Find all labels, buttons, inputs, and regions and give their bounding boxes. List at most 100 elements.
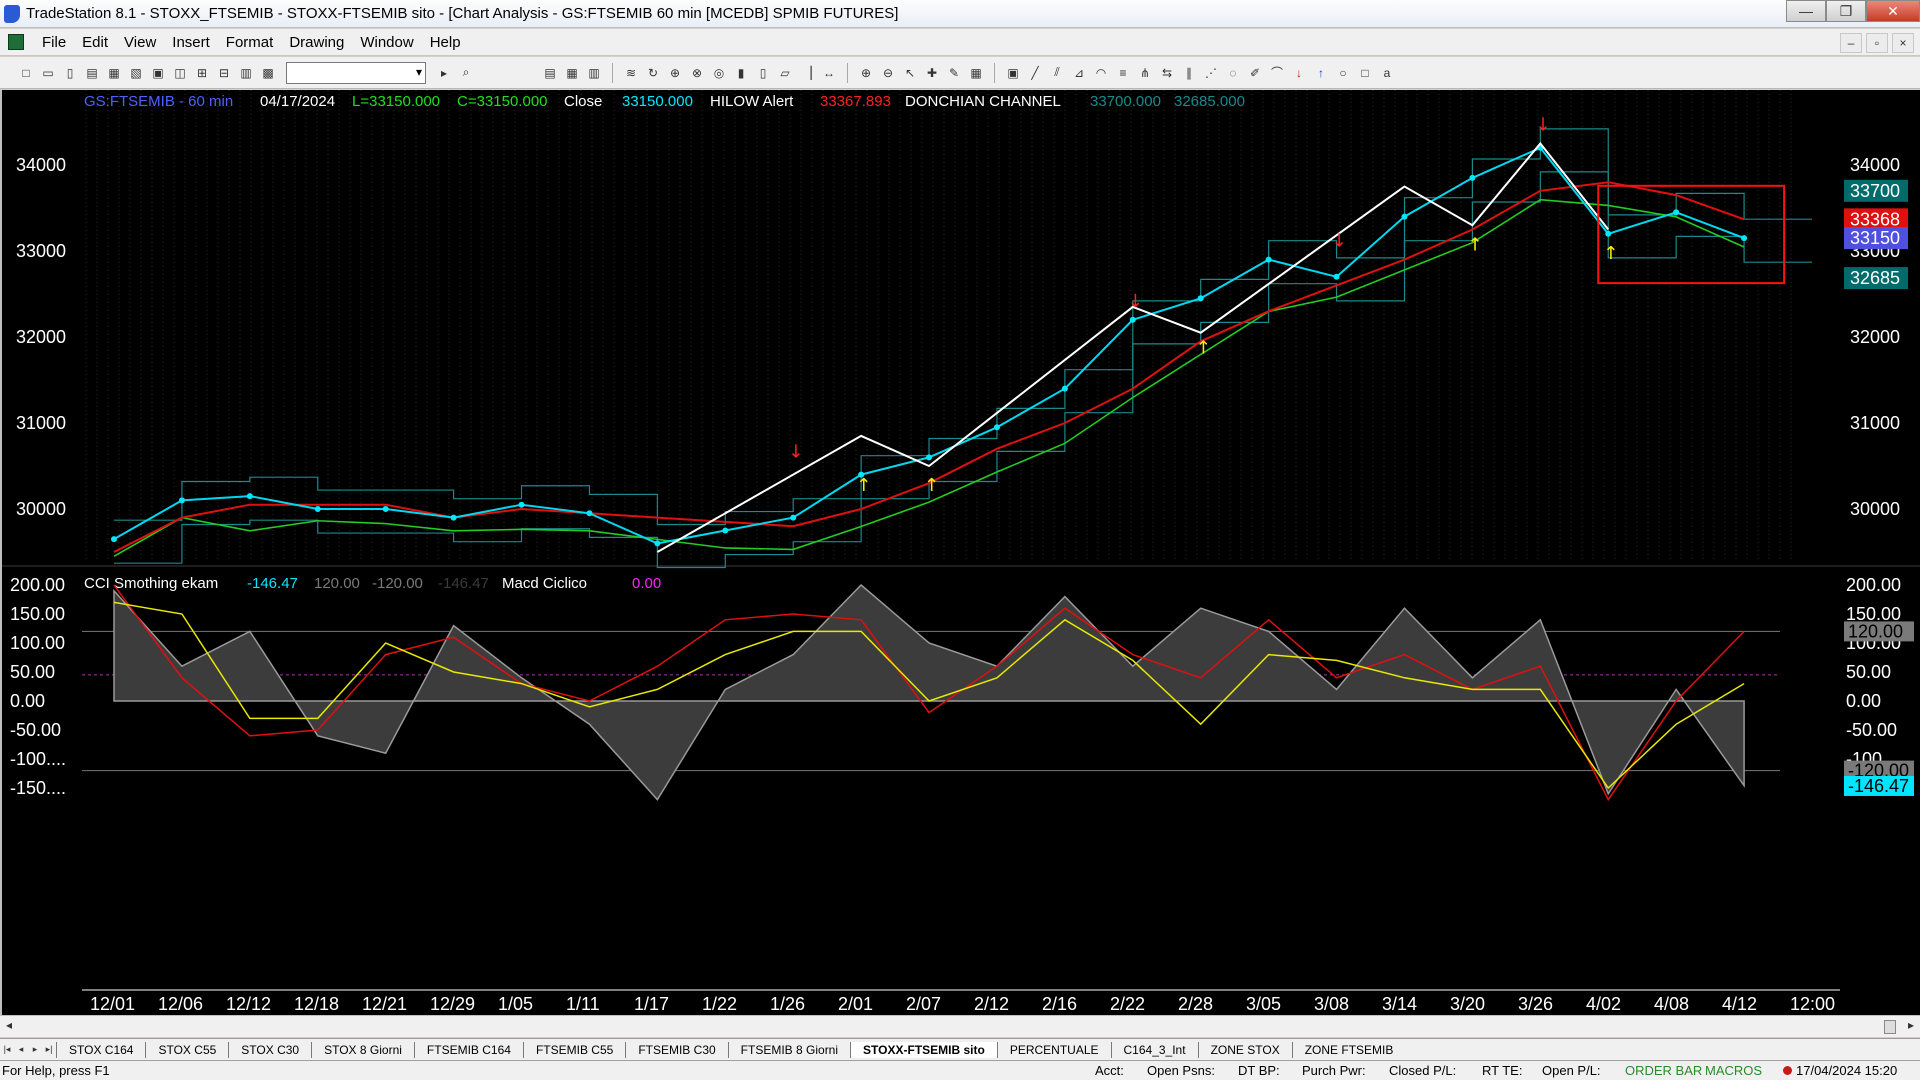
channel-icon[interactable]: ⫽: [1047, 63, 1067, 83]
workspace-tab[interactable]: ZONE STOX: [1197, 1041, 1292, 1058]
sell-arrow-icon: ↓: [1128, 291, 1143, 312]
symbol-combo[interactable]: [286, 61, 426, 84]
order-bar-button[interactable]: ORDER BAR: [1625, 1063, 1702, 1078]
tools-icon[interactable]: ▥: [236, 63, 256, 83]
bars-icon[interactable]: ▮: [731, 63, 751, 83]
macd-label: Macd Ciclico: [502, 575, 587, 592]
workspace-tab[interactable]: STOXX-FTSEMIB sito: [850, 1041, 997, 1058]
workspace-tab[interactable]: C164_3_Int: [1110, 1041, 1198, 1058]
pointer-icon[interactable]: ↖: [900, 63, 920, 83]
up-arrow-icon[interactable]: ↑: [1311, 63, 1331, 83]
print-preview-icon[interactable]: ▣: [148, 63, 168, 83]
candles-icon[interactable]: ▕: [797, 63, 817, 83]
scroll-left-icon[interactable]: ◂: [6, 1018, 12, 1032]
menu-file[interactable]: File: [34, 34, 74, 51]
zoom-in-icon[interactable]: ⊕: [856, 63, 876, 83]
go-arrow-icon[interactable]: ▸: [434, 63, 454, 83]
mdi-restore-button[interactable]: ▫: [1866, 33, 1888, 53]
cycle-icon[interactable]: ◌: [1223, 63, 1243, 83]
trendline-icon[interactable]: ╱: [1025, 63, 1045, 83]
menu-drawing[interactable]: Drawing: [281, 34, 352, 51]
wrench-icon[interactable]: ✎: [944, 63, 964, 83]
ticker-icon[interactable]: ▣: [1003, 63, 1023, 83]
scroll-right-icon[interactable]: ▸: [1908, 1018, 1914, 1032]
menu-edit[interactable]: Edit: [74, 34, 116, 51]
workspace-tab[interactable]: FTSEMIB C55: [522, 1041, 625, 1058]
workspace-tab[interactable]: PERCENTUALE: [996, 1041, 1111, 1058]
speed-icon[interactable]: ⋰: [1201, 63, 1221, 83]
parallel-icon[interactable]: ∥: [1179, 63, 1199, 83]
x-axis-label: 1/11: [566, 994, 600, 1014]
chart2-icon[interactable]: ⊗: [687, 63, 707, 83]
folder-icon[interactable]: ▦: [104, 63, 124, 83]
workspace-tab[interactable]: ZONE FTSEMIB: [1291, 1041, 1406, 1058]
menu-view[interactable]: View: [116, 34, 164, 51]
workspace-tab[interactable]: STOX C55: [145, 1041, 228, 1058]
wave-icon[interactable]: ≋: [621, 63, 641, 83]
mdi-close-button[interactable]: ×: [1892, 33, 1914, 53]
curve-icon[interactable]: ⌒: [1267, 63, 1287, 83]
menu-window[interactable]: Window: [352, 34, 421, 51]
minimize-button[interactable]: —: [1786, 0, 1826, 22]
bars3-icon[interactable]: ▱: [775, 63, 795, 83]
down-arrow-icon[interactable]: ↓: [1289, 63, 1309, 83]
hbar-icon[interactable]: ↔: [819, 63, 839, 83]
menu-insert[interactable]: Insert: [164, 34, 218, 51]
chart-icon[interactable]: ⊕: [665, 63, 685, 83]
rectangle-icon[interactable]: □: [1355, 63, 1375, 83]
tab-first-icon[interactable]: |◂: [0, 1042, 14, 1058]
window-icon[interactable]: ◫: [170, 63, 190, 83]
menu-help[interactable]: Help: [422, 34, 469, 51]
pitchfork-icon[interactable]: ⋔: [1135, 63, 1155, 83]
window2-icon[interactable]: ⊞: [192, 63, 212, 83]
print-icon[interactable]: ▧: [126, 63, 146, 83]
fib-icon[interactable]: ⊿: [1069, 63, 1089, 83]
chart-window[interactable]: ↑ ↑ ↑ ↑ ↑ ↓ ↓ ↓ ↓ GS:FTSEMIB - 60 min 04/17/2024 L=…: [0, 90, 1920, 1025]
copy-icon[interactable]: ▯: [60, 63, 80, 83]
workspace-tab[interactable]: STOX 8 Giorni: [311, 1041, 414, 1058]
grid2-icon[interactable]: ▦: [562, 63, 582, 83]
table-icon[interactable]: ▥: [584, 63, 604, 83]
cross-icon[interactable]: ✚: [922, 63, 942, 83]
price-point: [993, 424, 1000, 431]
tab-next-icon[interactable]: ▸: [28, 1042, 42, 1058]
header-donchian-label: DONCHIAN CHANNEL: [905, 93, 1061, 110]
bars2-icon[interactable]: ▯: [753, 63, 773, 83]
find-symbol-icon[interactable]: ⌕: [456, 63, 476, 83]
horizontal-scrollbar[interactable]: ◂ ▸: [0, 1015, 1920, 1037]
chart-canvas[interactable]: ↑ ↑ ↑ ↑ ↑ ↓ ↓ ↓ ↓ GS:FTSEMIB - 60 min 04/17/2024 L=…: [2, 90, 1920, 1015]
menu-format[interactable]: Format: [218, 34, 282, 51]
zoom-out-icon[interactable]: ⊖: [878, 63, 898, 83]
chart-window-icon[interactable]: [8, 34, 24, 50]
price-axis-label-left: 32000: [16, 327, 66, 347]
scroll-thumb[interactable]: [1884, 1020, 1896, 1034]
tab-last-icon[interactable]: ▸|: [42, 1042, 56, 1058]
refresh-icon[interactable]: ↻: [643, 63, 663, 83]
workspace-tab[interactable]: STOX C30: [228, 1041, 311, 1058]
arrows-icon[interactable]: ⇆: [1157, 63, 1177, 83]
workspace-tab[interactable]: FTSEMIB C164: [413, 1041, 523, 1058]
restore-button[interactable]: ❐: [1826, 0, 1866, 22]
text-icon[interactable]: a: [1377, 63, 1397, 83]
workspace-tab[interactable]: FTSEMIB C30: [625, 1041, 727, 1058]
x-axis-label: 2/16: [1042, 994, 1077, 1014]
ellipse-icon[interactable]: ○: [1333, 63, 1353, 83]
lines-icon[interactable]: ≡: [1113, 63, 1133, 83]
tab-prev-icon[interactable]: ◂: [14, 1042, 28, 1058]
brush-icon[interactable]: ✐: [1245, 63, 1265, 83]
lock-icon[interactable]: ⊟: [214, 63, 234, 83]
grid-icon[interactable]: ▤: [540, 63, 560, 83]
open-icon[interactable]: ▭: [38, 63, 58, 83]
gann-icon[interactable]: ◠: [1091, 63, 1111, 83]
scan-icon[interactable]: ◎: [709, 63, 729, 83]
macros-button[interactable]: MACROS: [1705, 1063, 1762, 1078]
globe-icon[interactable]: ▩: [258, 63, 278, 83]
close-button[interactable]: ✕: [1866, 0, 1920, 22]
status-bar: For Help, press F1 Acct: Open Psns: DT B…: [0, 1060, 1920, 1080]
new-icon[interactable]: □: [16, 63, 36, 83]
paste-icon[interactable]: ▤: [82, 63, 102, 83]
workspace-tab[interactable]: STOX C164: [56, 1041, 145, 1058]
report-icon[interactable]: ▦: [966, 63, 986, 83]
mdi-minimize-button[interactable]: –: [1840, 33, 1862, 53]
workspace-tab[interactable]: FTSEMIB 8 Giorni: [727, 1041, 850, 1058]
